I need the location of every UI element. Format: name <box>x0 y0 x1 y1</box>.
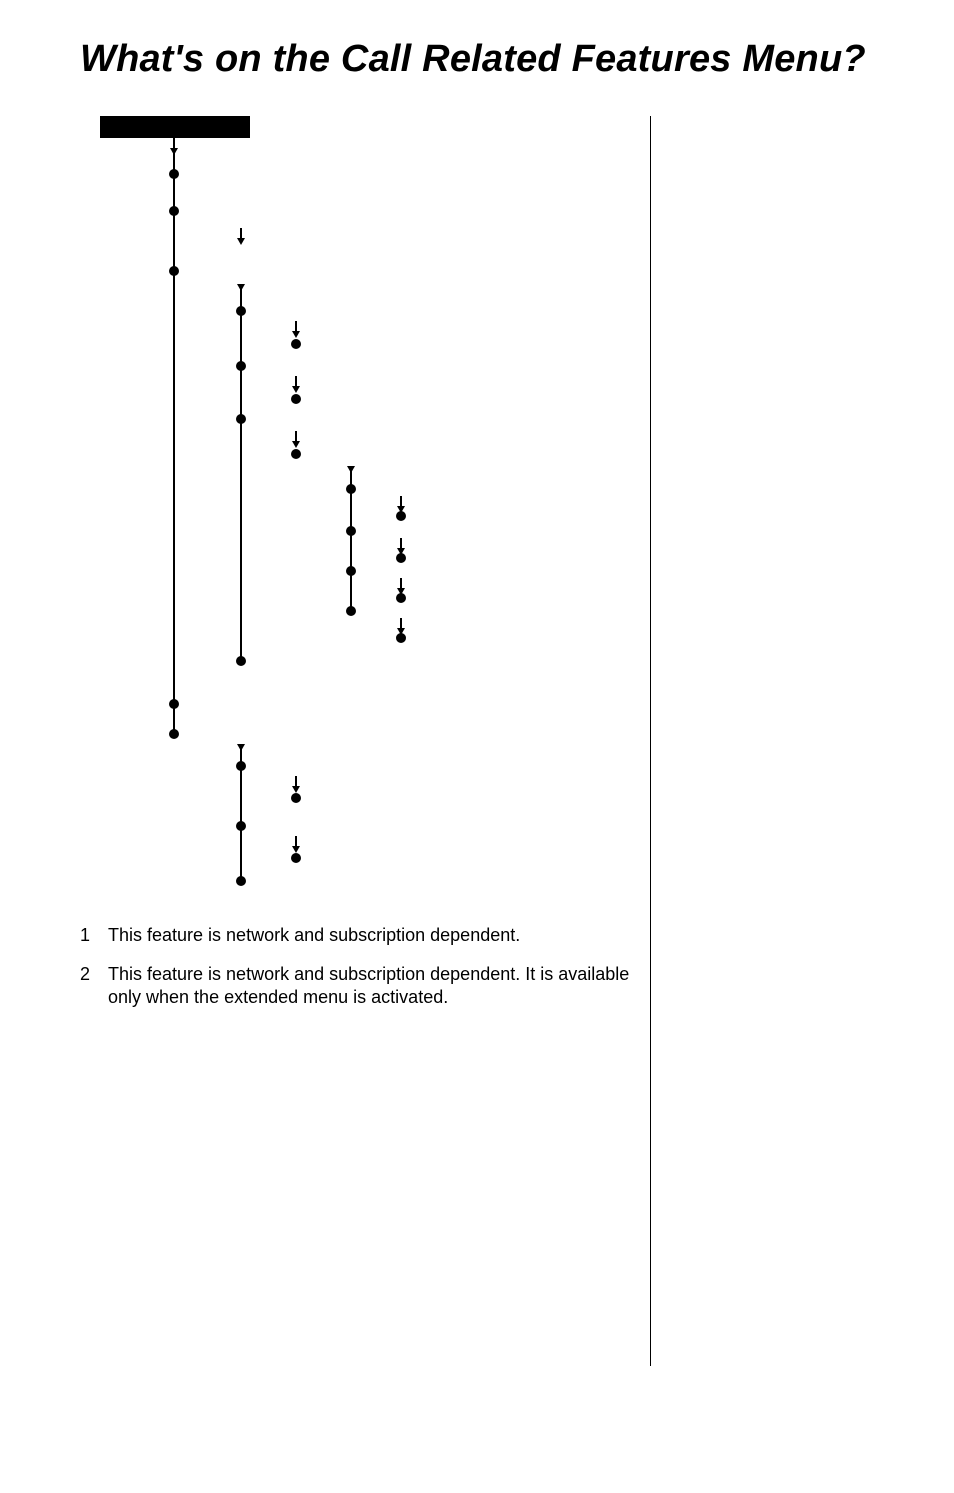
right-column <box>650 116 874 1366</box>
footnote-text: This feature is network and subscription… <box>108 963 632 1010</box>
footnote-text: This feature is network and subscription… <box>108 924 632 947</box>
tree-line <box>295 321 297 331</box>
tree-node <box>291 394 301 404</box>
tree-node <box>346 526 356 536</box>
tree-arrow-down-icon <box>237 744 245 751</box>
tree-node <box>236 821 246 831</box>
tree-node <box>236 414 246 424</box>
tree-line <box>400 496 402 506</box>
tree-node <box>169 729 179 739</box>
tree-line <box>295 431 297 441</box>
tree-node <box>236 656 246 666</box>
footnote-row: 2 This feature is network and subscripti… <box>80 963 632 1010</box>
tree-node <box>346 566 356 576</box>
tree-node <box>396 593 406 603</box>
tree-line <box>173 138 175 734</box>
footnote-number: 2 <box>80 963 108 1010</box>
tree-node <box>396 553 406 563</box>
tree-line <box>400 578 402 588</box>
tree-arrow-down-icon <box>292 786 300 793</box>
left-column: 1 This feature is network and subscripti… <box>80 116 650 1366</box>
content-columns: 1 This feature is network and subscripti… <box>80 116 874 1366</box>
tree-line <box>295 376 297 386</box>
tree-arrow-down-icon <box>292 441 300 448</box>
tree-node <box>291 853 301 863</box>
tree-node <box>396 511 406 521</box>
tree-node <box>346 484 356 494</box>
tree-node <box>169 699 179 709</box>
tree-node <box>236 306 246 316</box>
tree-arrow-down-icon <box>347 466 355 473</box>
tree-line <box>400 618 402 628</box>
footnote-row: 1 This feature is network and subscripti… <box>80 924 632 947</box>
tree-arrow-down-icon <box>170 148 178 155</box>
tree-arrow-down-icon <box>292 331 300 338</box>
tree-root-bar <box>100 116 250 138</box>
document-page: What's on the Call Related Features Menu… <box>0 0 954 1493</box>
tree-line <box>295 836 297 846</box>
tree-node <box>396 633 406 643</box>
tree-arrow-down-icon <box>292 846 300 853</box>
tree-line <box>400 538 402 548</box>
tree-line <box>240 284 242 661</box>
footnotes: 1 This feature is network and subscripti… <box>80 924 632 1010</box>
tree-node <box>291 793 301 803</box>
footnote-number: 1 <box>80 924 108 947</box>
tree-node <box>291 339 301 349</box>
tree-node <box>346 606 356 616</box>
tree-node <box>169 266 179 276</box>
tree-arrow-down-icon <box>292 386 300 393</box>
tree-node <box>169 169 179 179</box>
tree-node <box>236 361 246 371</box>
tree-node <box>169 206 179 216</box>
page-title: What's on the Call Related Features Menu… <box>80 38 874 82</box>
tree-arrow-down-icon <box>237 284 245 291</box>
tree-line <box>240 228 242 238</box>
tree-line <box>295 776 297 786</box>
tree-arrow-down-icon <box>237 238 245 245</box>
tree-node <box>291 449 301 459</box>
tree-node <box>236 761 246 771</box>
tree-node <box>236 876 246 886</box>
menu-tree-diagram <box>80 116 580 896</box>
